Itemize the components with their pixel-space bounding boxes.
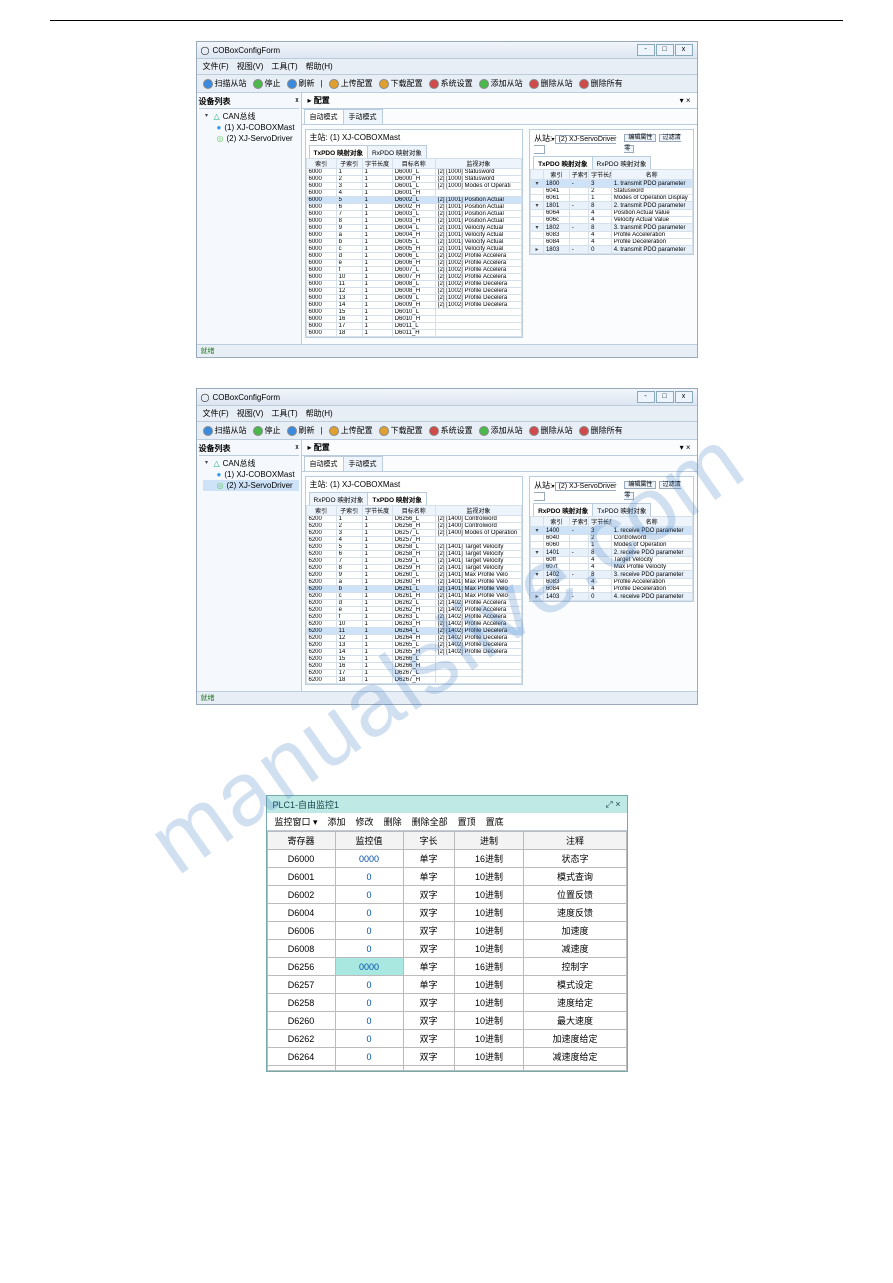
device-list-panel: 设备列表 ᵡ ▾△CAN总线 ●(1) XJ-COBOXMast ◎(2) XJ-…: [197, 93, 302, 344]
tb-scan[interactable]: 扫描从站: [203, 78, 247, 89]
toolbar: 扫描从站 停止 刷新 | 上传配置 下载配置 系统设置 添加从站 删除从站 删除…: [197, 75, 697, 93]
maximize-button[interactable]: □: [656, 44, 674, 56]
tb-delslave[interactable]: 删除从站: [529, 78, 573, 89]
tree-item-master[interactable]: ●(1) XJ-COBOXMast: [203, 122, 299, 133]
tb-sysset[interactable]: 系统设置: [429, 78, 473, 89]
window-controls: - □ x: [637, 44, 693, 56]
tb-delall[interactable]: 删除所有: [579, 425, 623, 436]
device-list-title: 设备列表: [199, 96, 231, 107]
tree-item-servo[interactable]: ◎(2) XJ-ServoDriver: [203, 133, 299, 144]
tab-auto[interactable]: 自动模式: [304, 109, 344, 124]
menubar: 文件(F) 视图(V) 工具(T) 帮助(H): [197, 59, 697, 75]
tab-auto[interactable]: 自动模式: [304, 456, 344, 471]
subtab-rxpdo[interactable]: RxPDO 映射对象: [367, 145, 427, 158]
tb-refresh[interactable]: 刷新: [287, 425, 315, 436]
master-value: (1) XJ-COBOXMast: [330, 480, 400, 489]
tab-config[interactable]: 配置: [314, 96, 330, 105]
titlebar: ◯COBoxConfigForm - □ x: [197, 42, 697, 59]
pin-icon[interactable]: ᵡ: [295, 443, 298, 454]
master-value: (1) XJ-COBOXMast: [330, 133, 400, 142]
status-bar: 就绪: [197, 691, 697, 704]
tab-manual[interactable]: 手动模式: [343, 456, 383, 471]
tb-upload[interactable]: 上传配置: [329, 425, 373, 436]
device-list-title: 设备列表: [199, 443, 231, 454]
slave-label: 从站:: [534, 481, 552, 490]
btn-edit[interactable]: 编辑属性: [624, 134, 656, 142]
menu-help[interactable]: 帮助(H): [306, 61, 333, 72]
tb-download[interactable]: 下载配置: [379, 425, 423, 436]
panel-close-icon[interactable]: ▾ ×: [680, 443, 691, 452]
master-label: 主站:: [310, 480, 328, 489]
menu-file[interactable]: 文件(F): [203, 408, 229, 419]
subtab-txpdo[interactable]: TxPDO 映射对象: [367, 492, 426, 505]
close-button[interactable]: x: [675, 391, 693, 403]
close-button[interactable]: x: [675, 44, 693, 56]
minimize-button[interactable]: -: [637, 391, 655, 403]
tree-item-servo[interactable]: ◎(2) XJ-ServoDriver: [203, 480, 299, 491]
plc-close-icon[interactable]: ×: [615, 799, 620, 809]
app-window-1: ◯COBoxConfigForm - □ x 文件(F) 视图(V) 工具(T)…: [196, 41, 698, 358]
pin-icon[interactable]: ᵡ: [295, 96, 298, 107]
subtab-txpdo[interactable]: TxPDO 映射对象: [309, 145, 368, 158]
menu-tools[interactable]: 工具(T): [271, 61, 297, 72]
tb-download[interactable]: 下载配置: [379, 78, 423, 89]
plc-monitor-panel: PLC1-自由监控1 ⤢ × 监控窗口 ▾ 添加 修改 删除 删除全部 置顶 置…: [266, 795, 628, 1072]
tree-item-master[interactable]: ●(1) XJ-COBOXMast: [203, 469, 299, 480]
left-grid-2[interactable]: 索引子索引字节长度目标名称监视对象620011D6256_L[2] [1400]…: [306, 505, 523, 684]
subtab-r-txpdo[interactable]: TxPDO 映射对象: [533, 156, 592, 169]
tree-root[interactable]: ▾△CAN总线: [203, 111, 299, 122]
plc-title: PLC1-自由监控1: [273, 798, 340, 811]
tb-delslave[interactable]: 删除从站: [529, 425, 573, 436]
app-title: COBoxConfigForm: [212, 46, 280, 55]
app-title-2: COBoxConfigForm: [212, 393, 280, 402]
tree-root[interactable]: ▾△CAN总线: [203, 458, 299, 469]
menu-view[interactable]: 视图(V): [237, 408, 264, 419]
menu-view[interactable]: 视图(V): [237, 61, 264, 72]
right-grid[interactable]: 索引子索引字节长度名称▾1800-31. transmit PDO parame…: [530, 169, 692, 254]
plc-bar-top[interactable]: 置顶: [458, 815, 476, 828]
menu-help[interactable]: 帮助(H): [306, 408, 333, 419]
app-window-2: ◯COBoxConfigForm -□x 文件(F) 视图(V) 工具(T) 帮…: [196, 388, 698, 705]
tb-stop[interactable]: 停止: [253, 425, 281, 436]
tab-manual[interactable]: 手动模式: [343, 109, 383, 124]
plc-bar-delall[interactable]: 删除全部: [412, 815, 448, 828]
subtab-r-rxpdo[interactable]: RxPDO 映射对象: [533, 503, 593, 516]
panel-close-icon[interactable]: ▾ ×: [680, 96, 691, 105]
tb-addslave[interactable]: 添加从站: [479, 78, 523, 89]
master-label: 主站:: [310, 133, 328, 142]
subtab-rxpdo[interactable]: RxPDO 映射对象: [309, 492, 369, 505]
left-grid[interactable]: 索引子索引字节长度目标名称监视对象600011D6000_L[2] [1000]…: [306, 158, 523, 337]
tb-scan[interactable]: 扫描从站: [203, 425, 247, 436]
btn-edit[interactable]: 编辑属性: [624, 481, 656, 489]
tab-config[interactable]: 配置: [314, 443, 330, 452]
subtab-r-txpdo[interactable]: TxPDO 映射对象: [592, 503, 651, 516]
tb-upload[interactable]: 上传配置: [329, 78, 373, 89]
right-grid-2[interactable]: 索引子索引字节长度名称▾1400-31. receive PDO paramet…: [530, 516, 692, 601]
plc-bar-bottom[interactable]: 置底: [486, 815, 504, 828]
tb-refresh[interactable]: 刷新: [287, 78, 315, 89]
tb-addslave[interactable]: 添加从站: [479, 425, 523, 436]
maximize-button[interactable]: □: [656, 391, 674, 403]
menu-tools[interactable]: 工具(T): [271, 408, 297, 419]
slave-label: 从站:: [534, 134, 552, 143]
plc-bar-add[interactable]: 添加: [328, 815, 346, 828]
status-bar: 就绪: [197, 344, 697, 357]
plc-pin-icon[interactable]: ⤢: [606, 799, 613, 809]
minimize-button[interactable]: -: [637, 44, 655, 56]
app-icon: ◯: [201, 46, 210, 55]
menu-file[interactable]: 文件(F): [203, 61, 229, 72]
tb-delall[interactable]: 删除所有: [579, 78, 623, 89]
plc-bar-del[interactable]: 删除: [384, 815, 402, 828]
plc-bar-window[interactable]: 监控窗口 ▾: [275, 815, 318, 828]
plc-bar-edit[interactable]: 修改: [356, 815, 374, 828]
subtab-r-rxpdo[interactable]: RxPDO 映射对象: [592, 156, 652, 169]
tb-stop[interactable]: 停止: [253, 78, 281, 89]
plc-table[interactable]: 寄存器监控值字长进制注释D60000000单字16进制状态字D60010单字10…: [267, 831, 627, 1071]
tb-sysset[interactable]: 系统设置: [429, 425, 473, 436]
